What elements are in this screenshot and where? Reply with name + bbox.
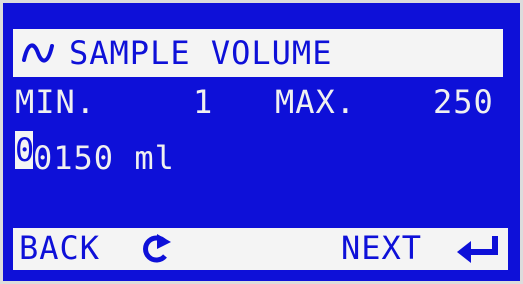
next-button[interactable]: NEXT xyxy=(341,229,422,267)
footer-bar: BACK NEXT xyxy=(13,228,508,270)
unit-label: ml xyxy=(134,139,175,177)
value-digits: 0150 xyxy=(33,139,115,177)
sine-wave-icon xyxy=(19,33,65,73)
page-title: SAMPLE VOLUME xyxy=(69,34,333,72)
max-value: 250 xyxy=(433,83,494,121)
device-bezel: SAMPLE VOLUME MIN. 1 MAX. 250 00150 ml B… xyxy=(0,0,523,284)
title-bar: SAMPLE VOLUME xyxy=(13,29,503,77)
min-label: MIN. xyxy=(15,83,97,121)
volume-input[interactable]: 00150 ml xyxy=(15,131,175,179)
rotate-back-icon[interactable] xyxy=(135,232,175,270)
min-value: 1 xyxy=(193,83,214,121)
cursor-digit[interactable]: 0 xyxy=(15,131,33,169)
enter-arrow-icon[interactable] xyxy=(455,232,503,270)
max-label: MAX. xyxy=(275,83,357,121)
lcd-screen: SAMPLE VOLUME MIN. 1 MAX. 250 00150 ml B… xyxy=(3,3,520,281)
back-button[interactable]: BACK xyxy=(19,229,100,267)
range-row: MIN. 1 MAX. 250 xyxy=(15,83,510,127)
